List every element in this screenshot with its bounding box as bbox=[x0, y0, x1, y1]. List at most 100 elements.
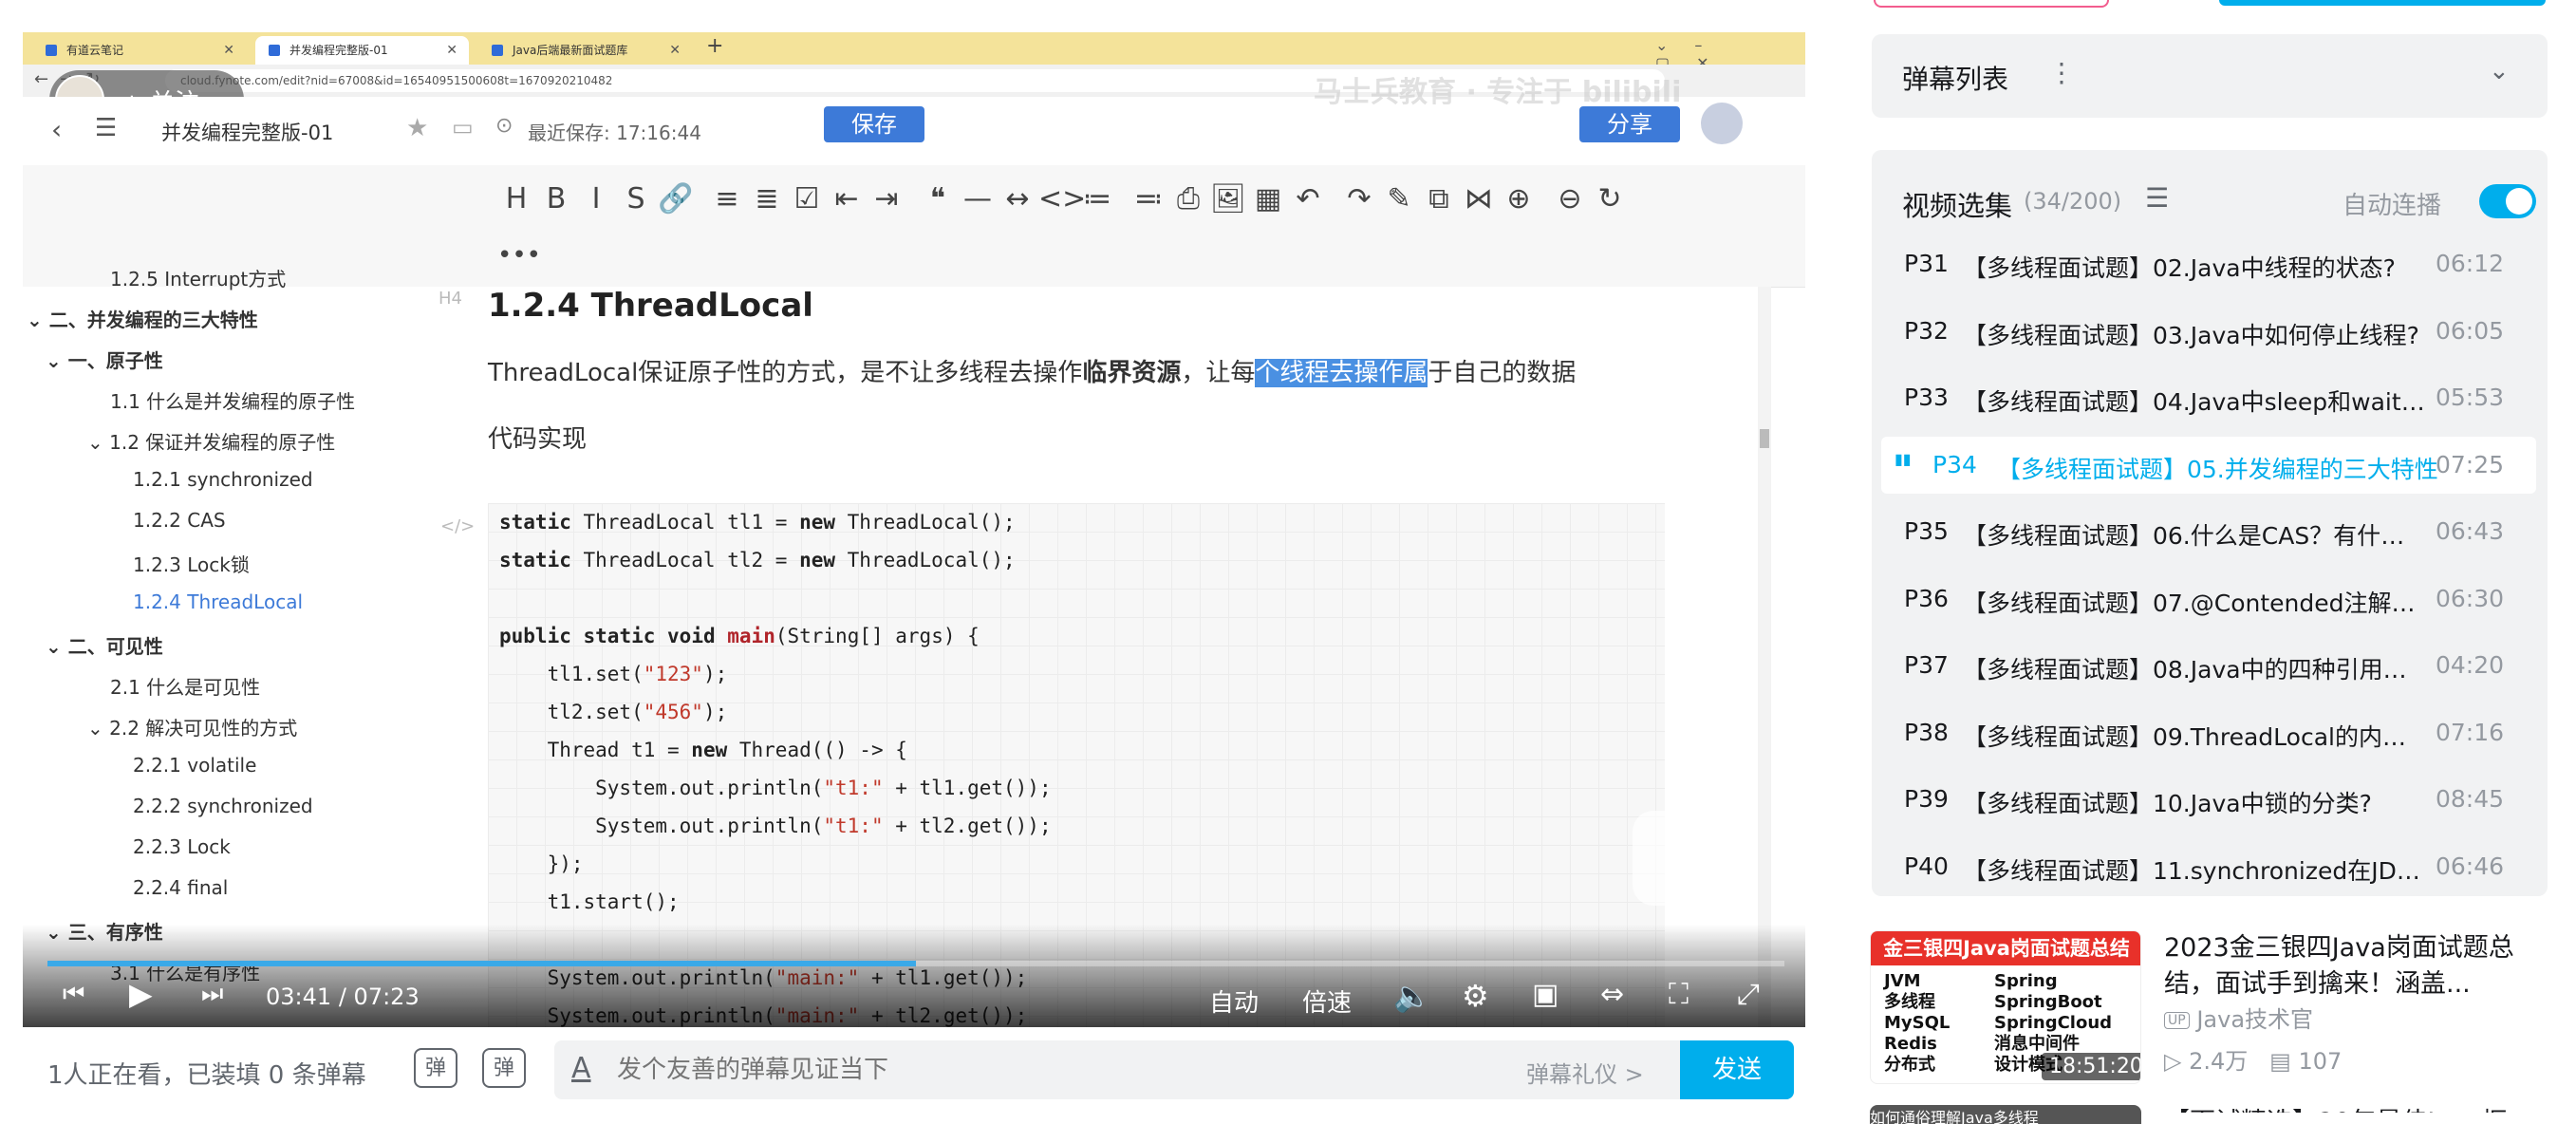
toc-item[interactable]: 2.1 什么是可见性 bbox=[110, 672, 260, 700]
toolbar-icon[interactable]: ⊕ bbox=[1500, 182, 1538, 216]
scrollbar-thumb[interactable] bbox=[1760, 429, 1769, 448]
toc-item[interactable]: 2.2.2 synchronized bbox=[133, 795, 313, 817]
toolbar-icon[interactable]: 🔗 bbox=[657, 182, 695, 216]
speed-button[interactable]: 倍速 bbox=[1302, 984, 1352, 1019]
prev-icon[interactable]: ⏮ bbox=[63, 980, 84, 1009]
chevron-down-icon[interactable]: ⌄ bbox=[27, 309, 49, 331]
next-recommend-thumbnail[interactable]: 如何通俗理解Java多线程 bbox=[1870, 1105, 2141, 1124]
scrollbar[interactable] bbox=[1758, 287, 1771, 1027]
chevron-down-icon[interactable]: ⌄ bbox=[46, 635, 68, 658]
folder-icon[interactable]: ▭ bbox=[452, 114, 474, 140]
new-tab-icon[interactable]: + bbox=[706, 34, 723, 58]
toc-item[interactable]: ⌄ 二、可见性 bbox=[46, 631, 163, 659]
danmaku-list-panel[interactable]: 弹幕列表 ⋮ ⌄ bbox=[1872, 34, 2548, 118]
toc-item[interactable]: ⌄ 一、原子性 bbox=[46, 346, 163, 373]
danmaku-input-wrap[interactable]: A 弹幕礼仪 > 发送 bbox=[554, 1040, 1794, 1099]
toc-item[interactable]: 1.1 什么是并发编程的原子性 bbox=[110, 386, 355, 414]
toolbar-icon[interactable]: S bbox=[617, 182, 655, 216]
recommend-author-row[interactable]: UP Java技术官 bbox=[2164, 1001, 2313, 1034]
play-icon[interactable]: ▶ bbox=[129, 976, 153, 1012]
episode-item[interactable]: P38 【多线程面试题】09.ThreadLocal的内存泄漏问题?07:16 bbox=[1872, 704, 2536, 761]
close-icon[interactable]: ✕ bbox=[223, 36, 234, 65]
toc-item[interactable]: 1.2.2 CAS bbox=[133, 509, 226, 532]
font-style-icon[interactable]: A bbox=[571, 1052, 591, 1085]
episode-item[interactable]: P35 【多线程面试题】06.什么是CAS？有什么优缺点?06:43 bbox=[1872, 503, 2536, 560]
toc-item[interactable]: 2.2.3 Lock bbox=[133, 835, 231, 858]
toc-item[interactable]: 1.2.5 Interrupt方式 bbox=[110, 264, 286, 291]
toolbar-icon[interactable]: ≣ bbox=[748, 182, 786, 216]
toolbar-icon[interactable]: ⇤ bbox=[828, 182, 866, 216]
toolbar-icon[interactable]: ≡ bbox=[708, 182, 746, 216]
episode-item[interactable]: P32 【多线程面试题】03.Java中如何停止线程? 06:05 bbox=[1872, 303, 2536, 360]
more-vertical-icon[interactable]: ⋮ bbox=[2048, 57, 2075, 88]
toolbar-icon[interactable]: ❝ bbox=[919, 182, 957, 216]
close-icon[interactable]: ✕ bbox=[446, 36, 457, 65]
browser-tab[interactable]: Java后端最新面试题库 ✕ bbox=[478, 36, 692, 65]
recommend-thumbnail[interactable]: 金三银四Java岗面试题总结 JVM 多线程 MySQL Redis 分布式 Sprin… bbox=[1870, 930, 2141, 1084]
share-button[interactable]: 分享 bbox=[1579, 106, 1680, 142]
toolbar-icon[interactable]: I bbox=[577, 182, 615, 216]
chevron-down-icon[interactable]: ⌄ bbox=[46, 349, 68, 372]
toolbar-icon[interactable]: ⋈ bbox=[1460, 182, 1498, 216]
next-icon[interactable]: ⏭ bbox=[201, 980, 223, 1009]
browser-tab-active[interactable]: 并发编程完整版-01 ✕ bbox=[255, 36, 469, 65]
recommend-title[interactable]: 2023金三银四Java岗面试题总结，面试手到擒来！涵盖... bbox=[2164, 930, 2555, 1002]
toc-item[interactable]: 1.2.4 ThreadLocal bbox=[133, 590, 303, 613]
quality-button[interactable]: 自动 bbox=[1209, 984, 1259, 1019]
toolbar-icon[interactable]: ≕ bbox=[1129, 182, 1167, 216]
toolbar-icon[interactable]: H bbox=[497, 182, 535, 216]
episode-item[interactable]: P37 【多线程面试题】08.Java中的四种引用类型? 04:20 bbox=[1872, 637, 2536, 694]
toolbar-icon[interactable]: 🖼 bbox=[1209, 182, 1247, 216]
more-icon[interactable]: ••• bbox=[497, 241, 541, 270]
list-view-icon[interactable]: ☰ bbox=[2145, 182, 2169, 214]
settings-icon[interactable]: ⚙ bbox=[1462, 978, 1489, 1014]
bilibili-play-icon[interactable] bbox=[1633, 811, 1731, 906]
back-icon[interactable]: ‹ bbox=[51, 114, 62, 145]
charge-button-edge[interactable] bbox=[1874, 0, 2109, 8]
toolbar-icon[interactable]: ↶ bbox=[1289, 182, 1327, 216]
star-icon[interactable]: ★ bbox=[406, 114, 428, 142]
danmaku-input[interactable] bbox=[615, 1050, 1473, 1090]
toc-item[interactable]: ⌄ 2.2 解决可见性的方式 bbox=[87, 713, 297, 740]
toolbar-icon[interactable]: ⇥ bbox=[868, 182, 905, 216]
danmaku-etiquette-link[interactable]: 弹幕礼仪 > bbox=[1526, 1056, 1644, 1089]
episode-item[interactable]: P31 【多线程面试题】02.Java中线程的状态? 06:12 bbox=[1872, 235, 2536, 292]
episode-item[interactable]: P39 【多线程面试题】10.Java中锁的分类? 08:45 bbox=[1872, 771, 2536, 828]
toc-item[interactable]: ⌄ 二、并发编程的三大特性 bbox=[27, 305, 258, 332]
chevron-down-icon[interactable]: ⌄ bbox=[87, 431, 109, 454]
toolbar-icon[interactable]: ↔ bbox=[999, 182, 1036, 216]
close-icon[interactable]: ✕ bbox=[669, 36, 681, 65]
episode-item[interactable]: P40 【多线程面试题】11.synchronized在JDK1.6中的优化?06… bbox=[1872, 838, 2536, 895]
episode-item[interactable]: P33 【多线程面试题】04.Java中sleep和wait方法的区别? 05:53 bbox=[1872, 369, 2536, 426]
toolbar-icon[interactable]: <> bbox=[1038, 182, 1086, 216]
toolbar-icon[interactable]: ☑ bbox=[788, 182, 826, 216]
danmaku-toggle-icon[interactable]: 弹 bbox=[414, 1048, 457, 1088]
fullscreen-icon[interactable]: ⤢ bbox=[1737, 978, 1760, 1011]
toolbar-icon[interactable]: B bbox=[537, 182, 575, 216]
widescreen-icon[interactable]: ⇔ bbox=[1600, 978, 1624, 1011]
next-recommend-title[interactable]: 【面试精选】20年最佳Java框... bbox=[2164, 1101, 2555, 1113]
toc-item[interactable]: 2.2.4 final bbox=[133, 876, 228, 899]
toolbar-icon[interactable]: ↷ bbox=[1340, 182, 1378, 216]
coin-button-edge[interactable] bbox=[2219, 0, 2546, 6]
pip-icon[interactable]: ▣ bbox=[1532, 978, 1559, 1011]
toc-item[interactable]: 1.2.3 Lock锁 bbox=[133, 550, 250, 577]
send-button[interactable]: 发送 bbox=[1680, 1040, 1794, 1099]
webfullscreen-icon[interactable]: ⛶ bbox=[1669, 978, 1689, 1011]
toolbar-icon[interactable]: — bbox=[959, 182, 997, 216]
recommend-author[interactable]: Java技术官 bbox=[2196, 1006, 2313, 1033]
menu-icon[interactable]: ☰ bbox=[95, 114, 117, 142]
toolbar-icon[interactable]: ⊖ bbox=[1551, 182, 1589, 216]
browser-tab[interactable]: 有道云笔记 ✕ bbox=[32, 36, 246, 65]
toolbar-icon[interactable]: ✎ bbox=[1380, 182, 1418, 216]
toolbar-icon[interactable]: ⎙ bbox=[1169, 182, 1207, 216]
danmaku-settings-icon[interactable]: 弹 bbox=[482, 1048, 526, 1088]
video-player[interactable]: 有道云笔记 ✕ 并发编程完整版-01 ✕ Java后端最新面试题库 ✕ + ⌄–▢✕ … bbox=[23, 32, 1805, 1027]
save-button[interactable]: 保存 bbox=[824, 106, 924, 142]
toolbar-icon[interactable]: ≔ bbox=[1078, 182, 1116, 216]
toc-item[interactable]: ⌄ 1.2 保证并发编程的原子性 bbox=[87, 427, 335, 455]
volume-icon[interactable]: 🔈 bbox=[1393, 978, 1431, 1014]
episode-item[interactable]: P36 【多线程面试题】07.@Contended注解有什么用?06:30 bbox=[1872, 571, 2536, 628]
episode-item-current[interactable]: ▮▮ P34 【多线程面试题】05.并发编程的三大特性 07:25 bbox=[1881, 436, 2536, 494]
toolbar-icon[interactable]: ▦ bbox=[1249, 182, 1287, 216]
